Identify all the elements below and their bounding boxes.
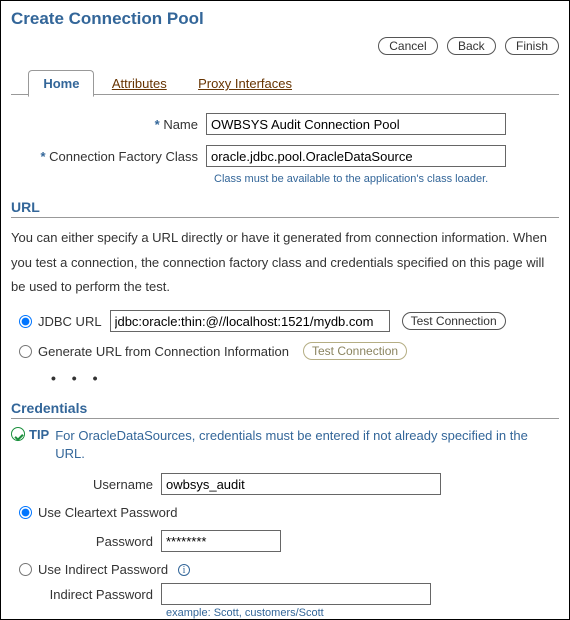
header-buttons: Cancel Back Finish <box>11 37 559 55</box>
tab-home[interactable]: Home <box>28 70 94 97</box>
cleartext-radio[interactable] <box>19 506 32 519</box>
indirect-password-field[interactable] <box>161 583 431 605</box>
tip-text: For OracleDataSources, credentials must … <box>55 427 559 463</box>
generate-url-label: Generate URL from Connection Information <box>38 344 289 359</box>
info-icon[interactable]: i <box>178 564 190 576</box>
factory-label: * Connection Factory Class <box>11 149 206 164</box>
indirect-radio[interactable] <box>19 563 32 576</box>
page-title: Create Connection Pool <box>11 9 559 29</box>
tab-proxy-interfaces[interactable]: Proxy Interfaces <box>184 71 306 96</box>
indirect-password-label: Indirect Password <box>31 587 161 602</box>
username-label: Username <box>31 477 161 492</box>
username-field[interactable] <box>161 473 441 495</box>
tab-attributes[interactable]: Attributes <box>98 71 181 96</box>
jdbc-url-radio[interactable] <box>19 315 32 328</box>
back-button[interactable]: Back <box>447 37 496 55</box>
factory-field[interactable] <box>206 145 506 167</box>
name-field[interactable] <box>206 113 506 135</box>
finish-button[interactable]: Finish <box>505 37 559 55</box>
indirect-example: example: Scott, customers/Scott <box>166 607 559 619</box>
factory-helper: Class must be available to the applicati… <box>214 173 559 185</box>
jdbc-url-field[interactable] <box>110 310 390 332</box>
cancel-button[interactable]: Cancel <box>378 37 437 55</box>
generate-url-radio[interactable] <box>19 345 32 358</box>
test-connection-button-disabled: Test Connection <box>303 342 407 360</box>
password-label: Password <box>31 534 161 549</box>
ellipsis-icon: • • • <box>51 370 559 386</box>
cleartext-label: Use Cleartext Password <box>38 505 177 520</box>
url-paragraph: You can either specify a URL directly or… <box>11 226 559 300</box>
tip-check-icon <box>11 427 25 441</box>
password-field[interactable] <box>161 530 281 552</box>
tip-label: TIP <box>29 427 49 442</box>
jdbc-url-label: JDBC URL <box>38 314 102 329</box>
test-connection-button[interactable]: Test Connection <box>402 312 506 330</box>
credentials-heading: Credentials <box>11 400 559 419</box>
tab-strip: Home Attributes Proxy Interfaces <box>11 69 559 95</box>
indirect-label: Use Indirect Password <box>38 562 168 577</box>
name-label: * Name <box>11 117 206 132</box>
url-heading: URL <box>11 199 559 218</box>
